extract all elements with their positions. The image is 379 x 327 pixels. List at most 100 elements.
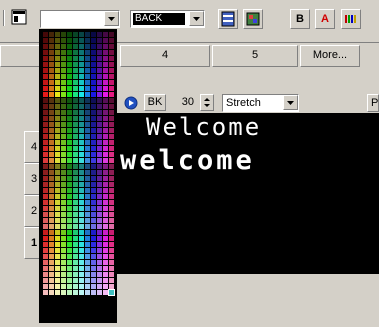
color-swatch[interactable] [49, 38, 54, 43]
color-swatch[interactable] [73, 92, 78, 97]
color-swatch[interactable] [91, 218, 96, 223]
color-swatch[interactable] [55, 212, 60, 217]
color-swatch[interactable] [55, 92, 60, 97]
color-swatch[interactable] [49, 224, 54, 229]
color-swatch[interactable] [79, 200, 84, 205]
color-swatch[interactable] [91, 116, 96, 121]
color-swatch[interactable] [67, 146, 72, 151]
color-swatch[interactable] [109, 104, 114, 109]
color-swatch[interactable] [73, 182, 78, 187]
color-swatch[interactable] [97, 200, 102, 205]
color-swatch[interactable] [79, 194, 84, 199]
color-swatch[interactable] [109, 122, 114, 127]
color-swatch[interactable] [55, 230, 60, 235]
color-swatch[interactable] [49, 110, 54, 115]
color-swatch[interactable] [79, 278, 84, 283]
color-swatch[interactable] [79, 116, 84, 121]
color-swatch[interactable] [103, 32, 108, 37]
color-swatch[interactable] [73, 230, 78, 235]
color-swatch[interactable] [103, 248, 108, 253]
color-swatch[interactable] [103, 80, 108, 85]
color-swatch[interactable] [85, 116, 90, 121]
color-swatch[interactable] [79, 86, 84, 91]
color-swatch[interactable] [97, 92, 102, 97]
color-swatch[interactable] [103, 158, 108, 163]
color-swatch[interactable] [85, 110, 90, 115]
color-swatch[interactable] [55, 116, 60, 121]
color-swatch[interactable] [103, 104, 108, 109]
color-swatch[interactable] [91, 176, 96, 181]
color-swatch[interactable] [97, 152, 102, 157]
color-swatch[interactable] [97, 260, 102, 265]
color-swatch[interactable] [85, 230, 90, 235]
color-swatch[interactable] [91, 38, 96, 43]
color-swatch[interactable] [79, 248, 84, 253]
color-swatch[interactable] [43, 62, 48, 67]
color-swatch[interactable] [49, 140, 54, 145]
color-swatch[interactable] [91, 80, 96, 85]
color-swatch[interactable] [49, 248, 54, 253]
color-swatch[interactable] [61, 248, 66, 253]
color-swatch[interactable] [97, 74, 102, 79]
color-swatch[interactable] [79, 272, 84, 277]
color-swatch[interactable] [91, 158, 96, 163]
color-swatch[interactable] [103, 146, 108, 151]
color-swatch[interactable] [61, 212, 66, 217]
color-swatch[interactable] [91, 206, 96, 211]
color-swatch[interactable] [61, 290, 66, 295]
color-swatch[interactable] [67, 158, 72, 163]
color-swatch[interactable] [97, 134, 102, 139]
color-swatch[interactable] [49, 278, 54, 283]
size-spinner[interactable] [200, 94, 214, 111]
color-swatch[interactable] [55, 62, 60, 67]
color-swatch[interactable] [43, 158, 48, 163]
color-swatch[interactable] [91, 74, 96, 79]
color-swatch[interactable] [91, 92, 96, 97]
color-swatch[interactable] [61, 32, 66, 37]
color-swatch[interactable] [109, 206, 114, 211]
color-swatch[interactable] [79, 98, 84, 103]
layout-button[interactable] [218, 9, 238, 29]
color-swatch[interactable] [49, 206, 54, 211]
color-swatch[interactable] [49, 284, 54, 289]
color-swatch[interactable] [67, 86, 72, 91]
color-swatch[interactable] [97, 272, 102, 277]
color-swatch[interactable] [61, 206, 66, 211]
color-swatch[interactable] [61, 260, 66, 265]
color-swatch[interactable] [43, 206, 48, 211]
color-swatch[interactable] [55, 146, 60, 151]
color-swatch[interactable] [67, 74, 72, 79]
color-swatch[interactable] [91, 104, 96, 109]
color-swatch[interactable] [109, 50, 114, 55]
color-swatch[interactable] [55, 110, 60, 115]
color-swatch[interactable] [91, 50, 96, 55]
color-swatch[interactable] [49, 242, 54, 247]
color-swatch[interactable] [79, 218, 84, 223]
color-swatch[interactable] [97, 218, 102, 223]
color-swatch[interactable] [67, 38, 72, 43]
color-swatch[interactable] [61, 170, 66, 175]
color-swatch[interactable] [91, 170, 96, 175]
color-swatch[interactable] [67, 140, 72, 145]
color-swatch[interactable] [55, 194, 60, 199]
color-swatch[interactable] [97, 242, 102, 247]
color-swatch[interactable] [49, 212, 54, 217]
color-swatch[interactable] [43, 128, 48, 133]
color-swatch[interactable] [85, 182, 90, 187]
color-swatch[interactable] [103, 44, 108, 49]
color-swatch[interactable] [55, 290, 60, 295]
color-swatch[interactable] [61, 104, 66, 109]
color-swatch[interactable] [91, 68, 96, 73]
color-swatch[interactable] [79, 254, 84, 259]
color-swatch[interactable] [97, 278, 102, 283]
color-swatch[interactable] [61, 92, 66, 97]
color-swatch[interactable] [49, 44, 54, 49]
color-swatch[interactable] [49, 80, 54, 85]
color-swatch[interactable] [103, 164, 108, 169]
color-swatch[interactable] [61, 116, 66, 121]
color-swatch[interactable] [109, 32, 114, 37]
color-swatch[interactable] [43, 80, 48, 85]
color-swatch[interactable] [61, 122, 66, 127]
color-swatch[interactable] [103, 140, 108, 145]
color-swatch[interactable] [79, 74, 84, 79]
